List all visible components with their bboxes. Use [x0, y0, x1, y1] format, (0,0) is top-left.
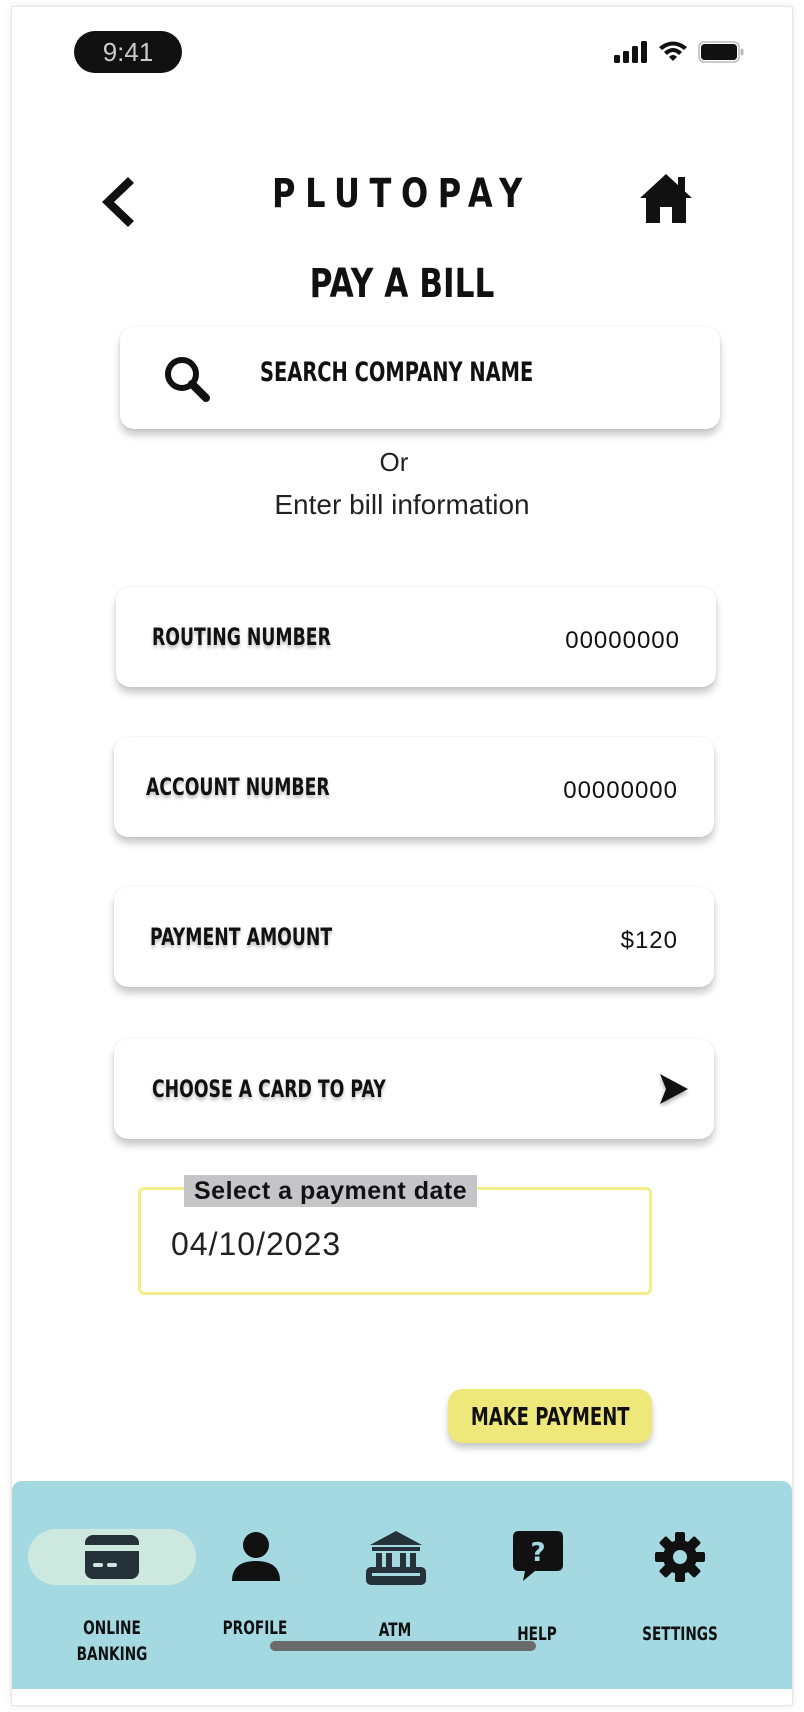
page-title: PAY A BILL [309, 261, 495, 307]
wifi-icon [659, 41, 687, 61]
user-icon [232, 1532, 280, 1581]
nav-item-atm[interactable]: ATM [320, 1481, 470, 1661]
gear-icon [655, 1532, 705, 1582]
home-button[interactable] [638, 171, 694, 225]
routing-number-field[interactable]: ROUTING NUMBER 00000000 [116, 587, 716, 687]
payment-date-label: Select a payment date [184, 1175, 478, 1207]
payment-amount-label: PAYMENT AMOUNT [150, 923, 333, 951]
nav-item-online-banking[interactable]: ONLINE BANKING [37, 1481, 187, 1665]
payment-amount-field[interactable]: PAYMENT AMOUNT $120 [114, 887, 714, 987]
payment-amount-value[interactable]: $120 [621, 927, 678, 955]
phone-screen: 9:41 PLUTOPAY PAY A BILL SEARCH COMPANY … [12, 7, 792, 1705]
make-payment-label: MAKE PAYMENT [470, 1401, 630, 1431]
app-brand: PLUTOPAY [272, 171, 532, 217]
bottom-nav: ONLINE BANKING PROFILE ATM ? HELP SETTIN… [12, 1481, 792, 1689]
choose-card-button[interactable]: CHOOSE A CARD TO PAY [114, 1039, 714, 1139]
status-time: 9:41 [74, 31, 182, 73]
signal-icon [614, 41, 647, 63]
nav-item-settings[interactable]: SETTINGS [605, 1481, 755, 1661]
help-bubble-icon: ? [513, 1531, 563, 1581]
nav-label-profile: PROFILE [222, 1617, 288, 1639]
or-text: Or [379, 447, 409, 477]
search-label: SEARCH COMPANY NAME [260, 357, 534, 388]
nav-item-profile[interactable]: PROFILE [180, 1481, 330, 1661]
chevron-right-icon [660, 1074, 688, 1104]
home-icon [640, 174, 692, 223]
battery-icon [698, 41, 744, 63]
make-payment-button[interactable]: MAKE PAYMENT [448, 1389, 652, 1443]
nav-label-settings: SETTINGS [642, 1623, 718, 1645]
routing-number-label: ROUTING NUMBER [152, 623, 331, 651]
search-company-button[interactable]: SEARCH COMPANY NAME [120, 327, 720, 429]
svg-text:?: ? [530, 1538, 545, 1568]
bank-icon [366, 1531, 426, 1585]
search-icon [165, 357, 210, 402]
payment-date-value[interactable]: 04/10/2023 [171, 1226, 341, 1263]
choose-card-label: CHOOSE A CARD TO PAY [152, 1075, 386, 1103]
home-indicator [270, 1641, 536, 1651]
credit-card-icon [85, 1535, 139, 1579]
enter-bill-info-text: Enter bill information [274, 489, 530, 520]
account-number-value[interactable]: 00000000 [563, 777, 678, 805]
status-icons [614, 41, 744, 63]
routing-number-value[interactable]: 00000000 [565, 627, 680, 655]
account-number-label: ACCOUNT NUMBER [146, 773, 330, 801]
nav-label-online-banking: ONLINE BANKING [76, 1617, 148, 1665]
nav-label-atm: ATM [378, 1619, 412, 1641]
nav-item-help[interactable]: ? HELP [462, 1481, 612, 1661]
account-number-field[interactable]: ACCOUNT NUMBER 00000000 [114, 737, 714, 837]
